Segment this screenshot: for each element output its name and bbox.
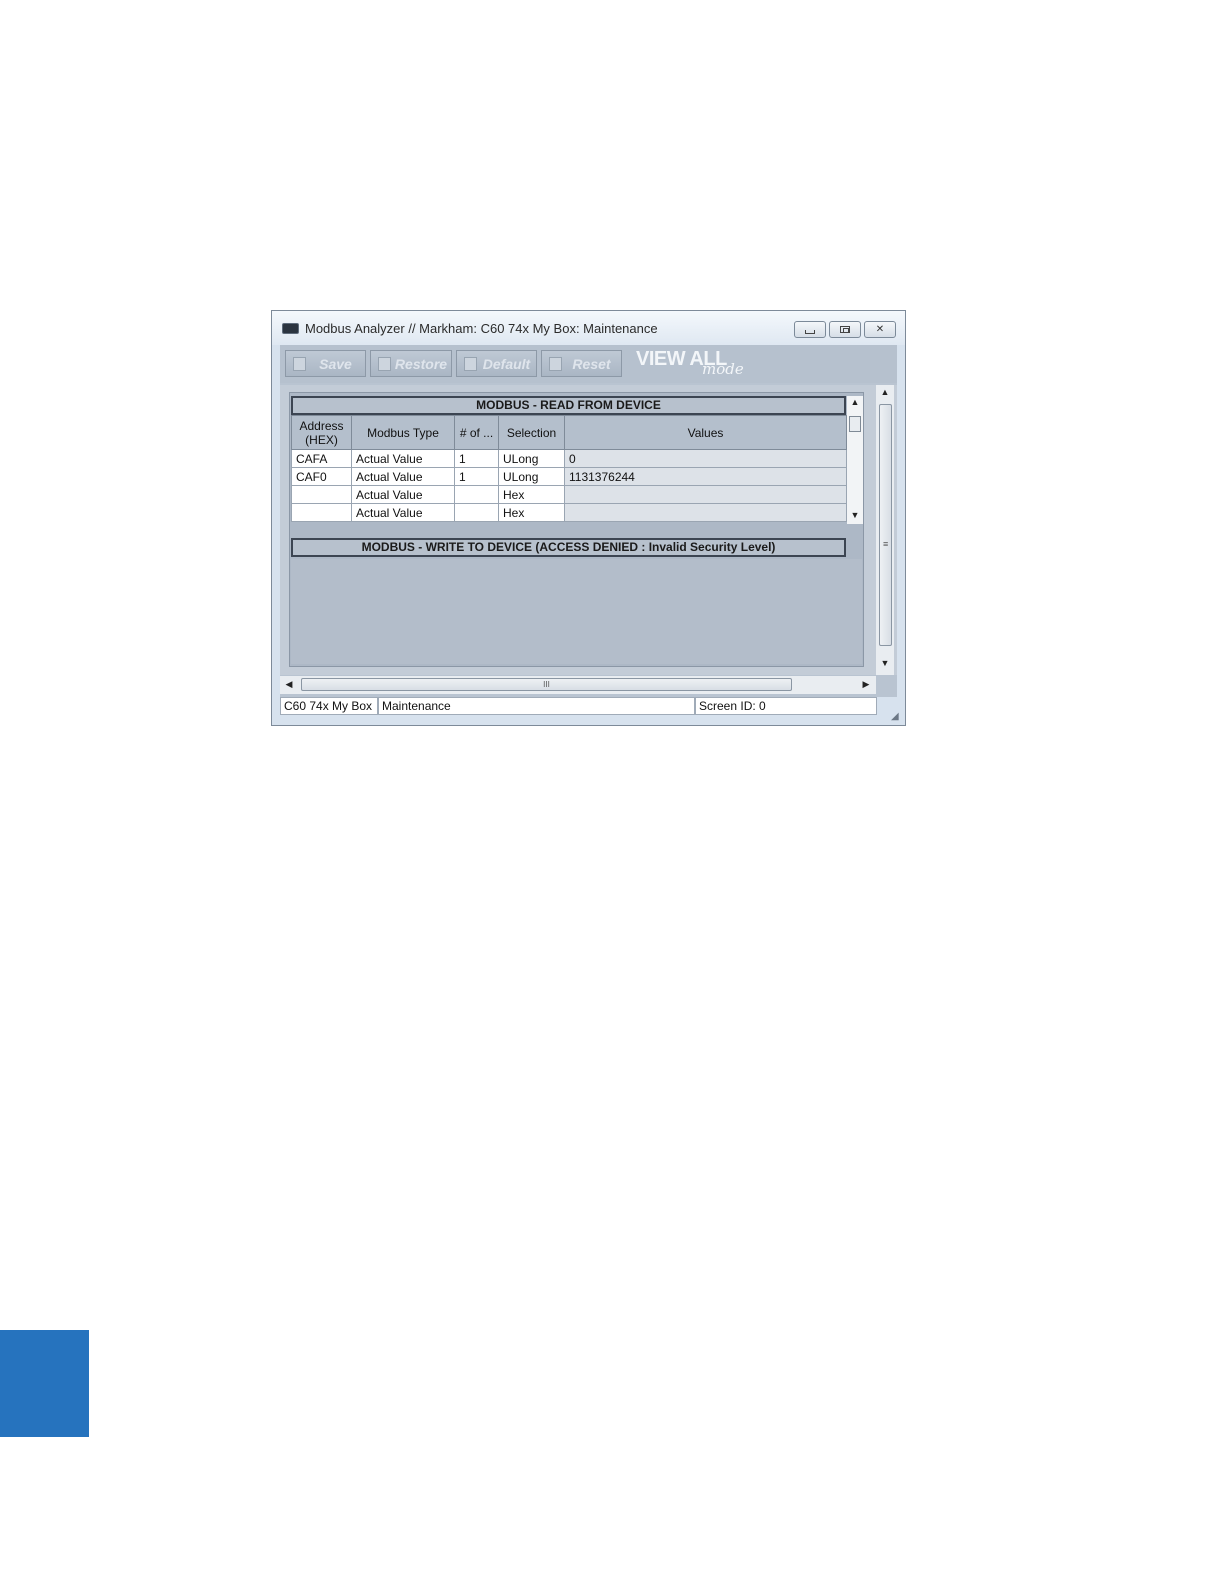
column-header-modbus-type[interactable]: Modbus Type — [351, 415, 455, 450]
reset-icon — [549, 356, 562, 371]
selection-cell[interactable]: Hex — [498, 485, 565, 504]
save-label: Save — [319, 355, 352, 372]
address-cell[interactable]: CAFA — [291, 449, 352, 468]
scroll-left-arrow-icon[interactable]: ◀ — [281, 679, 297, 690]
minimize-button[interactable] — [794, 321, 826, 338]
count-cell[interactable] — [454, 485, 499, 504]
column-header-values[interactable]: Values — [564, 415, 847, 450]
address-cell[interactable] — [291, 503, 352, 522]
read-table: Address (HEX) Modbus Type # of ... Selec… — [291, 415, 847, 522]
count-cell[interactable]: 1 — [454, 467, 499, 486]
scrollbar-thumb[interactable]: III — [301, 678, 792, 691]
chapter-side-tab — [0, 1330, 89, 1437]
minimize-icon — [805, 330, 815, 334]
grip-icon: ≡ — [883, 539, 889, 549]
grip-icon: III — [543, 680, 550, 689]
selection-cell[interactable]: ULong — [498, 449, 565, 468]
address-cell[interactable] — [291, 485, 352, 504]
column-header-count[interactable]: # of ... — [454, 415, 499, 450]
toolbar: Save Restore Default Reset VIEW ALL mode — [280, 345, 897, 383]
save-button[interactable]: Save — [285, 350, 366, 377]
main-vertical-scrollbar[interactable]: ▲ ≡ ▼ — [876, 385, 894, 675]
status-device: C60 74x My Box — [280, 697, 378, 715]
status-screen-id: Screen ID: 0 — [695, 697, 877, 715]
scrollbar-thumb[interactable]: ≡ — [879, 404, 892, 646]
modbus-type-cell[interactable]: Actual Value — [351, 449, 455, 468]
write-section: MODBUS - WRITE TO DEVICE (ACCESS DENIED … — [291, 538, 846, 557]
reset-button[interactable]: Reset — [541, 350, 622, 377]
scroll-right-arrow-icon[interactable]: ▶ — [858, 679, 874, 690]
scroll-up-arrow-icon[interactable]: ▲ — [847, 397, 863, 407]
selection-cell[interactable]: ULong — [498, 467, 565, 486]
modbus-analyzer-window: Modbus Analyzer // Markham: C60 74x My B… — [271, 310, 906, 726]
scroll-down-arrow-icon[interactable]: ▼ — [877, 658, 893, 668]
column-header-selection[interactable]: Selection — [498, 415, 565, 450]
save-icon — [293, 356, 306, 371]
mode-label: mode — [702, 360, 744, 378]
modbus-pane: MODBUS - READ FROM DEVICE Address (HEX) … — [289, 392, 864, 667]
restore-icon — [378, 356, 391, 371]
write-section-header: MODBUS - WRITE TO DEVICE (ACCESS DENIED … — [291, 538, 846, 557]
write-grid-area — [291, 559, 862, 664]
maximize-button[interactable] — [829, 321, 861, 338]
scroll-down-arrow-icon[interactable]: ▼ — [847, 510, 863, 520]
close-button[interactable]: ✕ — [864, 321, 896, 338]
resize-grip-icon[interactable]: ◢ — [891, 711, 903, 723]
scroll-up-arrow-icon[interactable]: ▲ — [877, 387, 893, 397]
modbus-type-cell[interactable]: Actual Value — [351, 467, 455, 486]
selection-cell[interactable]: Hex — [498, 503, 565, 522]
column-header-address[interactable]: Address (HEX) — [291, 415, 352, 450]
default-label: Default — [482, 355, 531, 372]
scrollbar-thumb[interactable] — [849, 416, 861, 432]
reset-label: Reset — [572, 355, 611, 372]
read-grid: MODBUS - READ FROM DEVICE Address (HEX) … — [291, 396, 858, 522]
table-row[interactable]: CAFA Actual Value 1 ULong 0 — [291, 449, 847, 468]
read-section-header: MODBUS - READ FROM DEVICE — [291, 396, 846, 415]
status-bar: C60 74x My Box Maintenance Screen ID: 0 — [280, 697, 897, 715]
count-cell[interactable] — [454, 503, 499, 522]
table-row[interactable]: Actual Value Hex — [291, 485, 847, 504]
restore-label: Restore — [394, 355, 448, 372]
modbus-type-cell[interactable]: Actual Value — [351, 503, 455, 522]
table-row[interactable]: CAF0 Actual Value 1 ULong 1131376244 — [291, 467, 847, 486]
modbus-type-cell[interactable]: Actual Value — [351, 485, 455, 504]
read-table-scrollbar[interactable]: ▲ ▼ — [847, 396, 863, 524]
window-title: Modbus Analyzer // Markham: C60 74x My B… — [305, 320, 658, 336]
app-icon — [282, 322, 299, 334]
maximize-icon — [840, 326, 850, 333]
content-area: MODBUS - READ FROM DEVICE Address (HEX) … — [280, 385, 897, 675]
value-cell: 0 — [564, 449, 847, 468]
status-mode: Maintenance — [378, 697, 695, 715]
window-controls: ✕ — [794, 321, 896, 338]
table-row[interactable]: Actual Value Hex — [291, 503, 847, 522]
default-icon — [464, 356, 477, 371]
address-cell[interactable]: CAF0 — [291, 467, 352, 486]
value-cell — [564, 503, 847, 522]
client-area: Save Restore Default Reset VIEW ALL mode… — [280, 345, 897, 715]
default-button[interactable]: Default — [456, 350, 537, 377]
close-icon: ✕ — [875, 324, 885, 335]
title-bar[interactable]: Modbus Analyzer // Markham: C60 74x My B… — [272, 311, 905, 345]
value-cell — [564, 485, 847, 504]
value-cell: 1131376244 — [564, 467, 847, 486]
horizontal-scrollbar[interactable]: ◀ III ▶ — [280, 676, 876, 694]
count-cell[interactable]: 1 — [454, 449, 499, 468]
restore-button[interactable]: Restore — [370, 350, 452, 377]
